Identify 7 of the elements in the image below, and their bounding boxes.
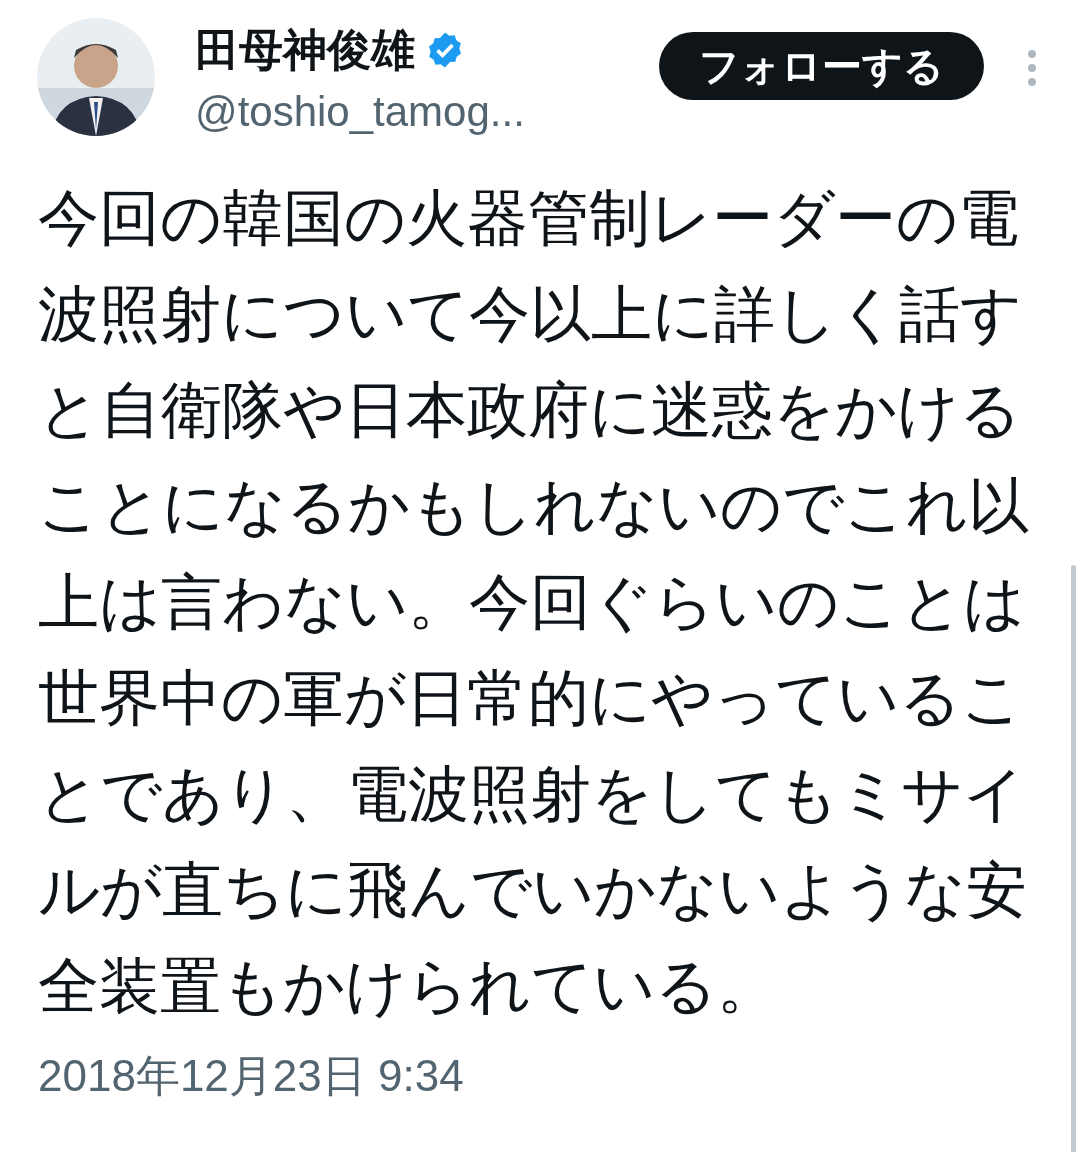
- author-name[interactable]: 田母神俊雄: [195, 20, 415, 80]
- follow-button[interactable]: フォローする: [659, 32, 984, 100]
- timestamp[interactable]: 2018年12月23日 9:34: [38, 1046, 1078, 1106]
- author-handle[interactable]: @toshio_tamog...: [195, 84, 525, 140]
- tweet-text: 今回の韓国の火器管制レーダーの電波照射について今以上に詳しく話すと自衛隊や日本政府に迷惑をかけることになるかもしれないのでこれ以上は言わない。今回ぐらいのことは世界中の軍が日常的にやっていることであり、電波照射をしてもミサイルが直ちに飛んでいかないような安全装置もかけられている。: [38, 183, 1030, 1022]
- more-options-icon[interactable]: [1026, 48, 1038, 88]
- scrollbar[interactable]: [1071, 565, 1076, 1152]
